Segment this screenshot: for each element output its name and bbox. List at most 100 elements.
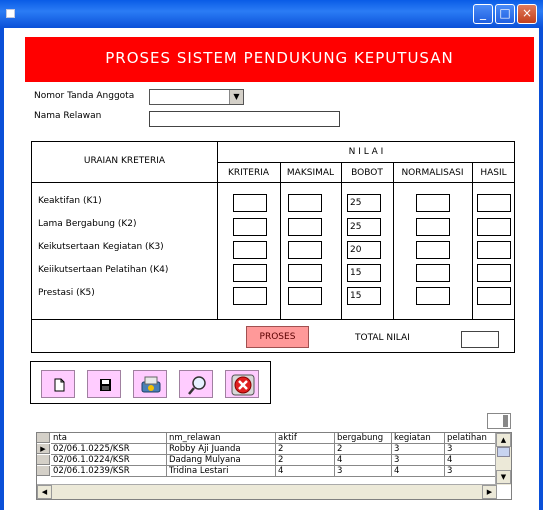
col-bobot: BOBOT: [351, 168, 383, 178]
proses-button[interactable]: PROSES: [246, 326, 309, 348]
maksimal-k1-input[interactable]: [288, 194, 322, 212]
close-icon: [231, 374, 255, 396]
exit-button[interactable]: [225, 370, 259, 398]
criteria-row-label: Keikutsertaan Kegiatan (K3): [38, 242, 164, 252]
bobot-k5-input[interactable]: 15: [347, 287, 381, 305]
bobot-k3-input[interactable]: 20: [347, 241, 381, 259]
window-titlebar[interactable]: _ □ ×: [0, 0, 543, 28]
hasil-k2-input[interactable]: [477, 218, 511, 236]
page-header: PROSES SISTEM PENDUKUNG KEPUTUSAN: [25, 37, 534, 82]
maksimal-k4-input[interactable]: [288, 264, 322, 282]
table-cell[interactable]: 2: [276, 455, 335, 466]
normalisasi-k3-input[interactable]: [416, 241, 450, 259]
row-selector[interactable]: [37, 455, 50, 465]
maksimal-k2-input[interactable]: [288, 218, 322, 236]
col-maksimal: MAKSIMAL: [286, 168, 335, 178]
bobot-k2-input[interactable]: 25: [347, 218, 381, 236]
grid-col-header[interactable]: nta: [51, 433, 167, 444]
nilai-header: N I L A I: [348, 147, 384, 157]
chevron-down-icon[interactable]: ▼: [229, 90, 243, 104]
window-frame-left: [0, 28, 4, 510]
total-nilai-input[interactable]: [461, 331, 499, 348]
table-cell[interactable]: 3: [392, 455, 445, 466]
kriteria-k5-input[interactable]: [233, 287, 267, 305]
table-cell[interactable]: 3: [445, 466, 497, 477]
table-cell[interactable]: 4: [392, 466, 445, 477]
nomor-select[interactable]: ▼: [149, 89, 244, 105]
hasil-k3-input[interactable]: [477, 241, 511, 259]
window-frame-right: [539, 28, 543, 510]
app-icon: [6, 9, 15, 18]
toggle-control[interactable]: [487, 413, 511, 429]
grid-corner: [37, 433, 50, 443]
bobot-k1-input[interactable]: 25: [347, 194, 381, 212]
hasil-k1-input[interactable]: [477, 194, 511, 212]
table-cell[interactable]: 3: [445, 444, 497, 455]
criteria-row-label: Keaktifan (K1): [38, 196, 102, 206]
search-button[interactable]: [179, 370, 213, 398]
table-cell[interactable]: 3: [335, 466, 392, 477]
kriteria-k3-input[interactable]: [233, 241, 267, 259]
hasil-k4-input[interactable]: [477, 264, 511, 282]
close-window-button[interactable]: ×: [517, 4, 537, 24]
search-icon: [188, 376, 206, 395]
grid-col-header[interactable]: kegiatan: [392, 433, 445, 444]
relawan-data-grid[interactable]: nta nm_relawan aktif bergabung kegiatan …: [36, 432, 512, 500]
scroll-down-icon[interactable]: ▼: [496, 470, 511, 484]
save-button[interactable]: [87, 370, 121, 398]
print-button[interactable]: [133, 370, 167, 398]
table-cell[interactable]: Dadang Mulyana: [167, 455, 276, 466]
new-button[interactable]: [41, 370, 75, 398]
grid-col-header[interactable]: bergabung: [335, 433, 392, 444]
row-selector[interactable]: [37, 466, 50, 476]
scroll-thumb[interactable]: [497, 447, 510, 457]
maksimal-k5-input[interactable]: [288, 287, 322, 305]
kriteria-k4-input[interactable]: [233, 264, 267, 282]
action-toolbar: [30, 361, 271, 404]
table-cell[interactable]: Robby Aji Juanda: [167, 444, 276, 455]
print-icon: [141, 376, 161, 393]
uraian-header: URAIAN KRETERIA: [83, 156, 166, 166]
table-cell[interactable]: 02/06.1.0239/KSR: [51, 466, 167, 477]
table-cell[interactable]: 2: [276, 444, 335, 455]
table-cell[interactable]: 4: [335, 455, 392, 466]
page-title: PROSES SISTEM PENDUKUNG KEPUTUSAN: [105, 49, 454, 67]
grid-col-header[interactable]: pelatihan: [445, 433, 497, 444]
nama-label: Nama Relawan: [34, 111, 102, 121]
table-cell[interactable]: 4: [276, 466, 335, 477]
grid-col-header[interactable]: nm_relawan: [167, 433, 276, 444]
scroll-right-icon[interactable]: ▶: [482, 485, 497, 499]
scroll-left-icon[interactable]: ◀: [37, 485, 52, 499]
normalisasi-k1-input[interactable]: [416, 194, 450, 212]
normalisasi-k5-input[interactable]: [416, 287, 450, 305]
grid-horizontal-scrollbar[interactable]: ◀ ▶: [37, 484, 497, 499]
maksimal-k3-input[interactable]: [288, 241, 322, 259]
normalisasi-k4-input[interactable]: [416, 264, 450, 282]
grid-vertical-scrollbar[interactable]: ▲ ▼: [495, 433, 511, 485]
bobot-k4-input[interactable]: 15: [347, 264, 381, 282]
hasil-k5-input[interactable]: [477, 287, 511, 305]
criteria-row-label: Lama Bergabung (K2): [38, 219, 137, 229]
normalisasi-k2-input[interactable]: [416, 218, 450, 236]
table-cell[interactable]: 02/06.1.0225/KSR: [51, 444, 167, 455]
new-icon: [54, 378, 65, 392]
nama-relawan-input[interactable]: [149, 111, 340, 127]
minimize-button[interactable]: _: [473, 4, 493, 24]
col-hasil: HASIL: [480, 168, 507, 178]
col-normalisasi: NORMALISASI: [401, 168, 464, 178]
kriteria-k2-input[interactable]: [233, 218, 267, 236]
grid-col-header[interactable]: aktif: [276, 433, 335, 444]
scroll-up-icon[interactable]: ▲: [496, 433, 511, 447]
table-cell[interactable]: Tridina Lestari: [167, 466, 276, 477]
maximize-button[interactable]: □: [495, 4, 515, 24]
table-cell[interactable]: 02/06.1.0224/KSR: [51, 455, 167, 466]
nomor-label: Nomor Tanda Anggota: [34, 91, 135, 101]
table-cell[interactable]: 3: [392, 444, 445, 455]
total-nilai-label: TOTAL NILAI: [355, 333, 410, 343]
col-kriteria: KRITERIA: [227, 168, 270, 178]
table-cell[interactable]: 2: [335, 444, 392, 455]
kriteria-k1-input[interactable]: [233, 194, 267, 212]
save-icon: [100, 379, 111, 391]
row-selector[interactable]: ▶: [37, 444, 50, 454]
table-cell[interactable]: 4: [445, 455, 497, 466]
